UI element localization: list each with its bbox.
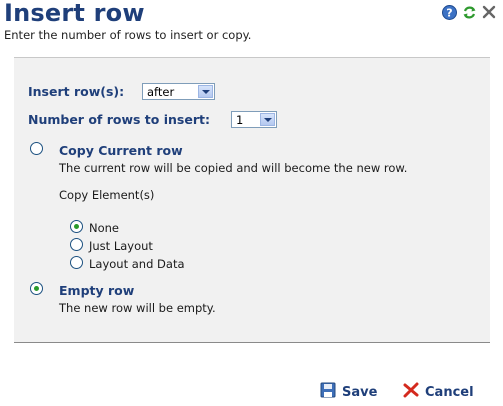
close-icon[interactable] — [481, 4, 497, 20]
empty-row-description: The new row will be empty. — [59, 301, 216, 315]
insert-position-value: after — [147, 85, 175, 99]
svg-text:?: ? — [446, 6, 452, 19]
copy-layout-radio[interactable] — [70, 238, 83, 251]
chevron-down-icon — [260, 113, 275, 126]
copy-row-description: The current row will be copied and will … — [59, 161, 408, 175]
copy-elements-label: Copy Element(s) — [59, 188, 155, 202]
row-count-label: Number of rows to insert: — [28, 112, 210, 127]
copy-row-radio[interactable] — [30, 142, 43, 155]
insert-position-select[interactable]: after — [142, 83, 215, 100]
header-icons: ? — [441, 4, 497, 20]
empty-row-radio[interactable] — [30, 282, 43, 295]
empty-row-title: Empty row — [59, 283, 135, 298]
cancel-icon — [403, 382, 419, 402]
form-panel: Insert row(s): after Number of rows to i… — [14, 57, 490, 343]
cancel-button[interactable]: Cancel — [403, 382, 474, 402]
copy-layout-label: Just Layout — [89, 239, 153, 253]
insert-rows-label: Insert row(s): — [28, 84, 125, 99]
copy-none-label: None — [89, 221, 120, 235]
help-icon[interactable]: ? — [441, 4, 457, 20]
copy-layout-data-radio[interactable] — [70, 256, 83, 269]
cancel-label: Cancel — [425, 384, 474, 400]
save-button[interactable]: Save — [320, 382, 377, 402]
row-count-select[interactable]: 1 — [231, 111, 277, 128]
chevron-down-icon — [198, 85, 213, 98]
refresh-icon[interactable] — [461, 4, 477, 20]
page-title: Insert row — [4, 0, 145, 27]
save-icon — [320, 382, 336, 402]
save-label: Save — [342, 384, 378, 400]
copy-row-title: Copy Current row — [59, 143, 183, 158]
row-count-value: 1 — [236, 113, 244, 127]
copy-none-radio[interactable] — [70, 220, 83, 233]
copy-layout-data-label: Layout and Data — [89, 257, 185, 271]
page-subtitle: Enter the number of rows to insert or co… — [4, 28, 252, 42]
